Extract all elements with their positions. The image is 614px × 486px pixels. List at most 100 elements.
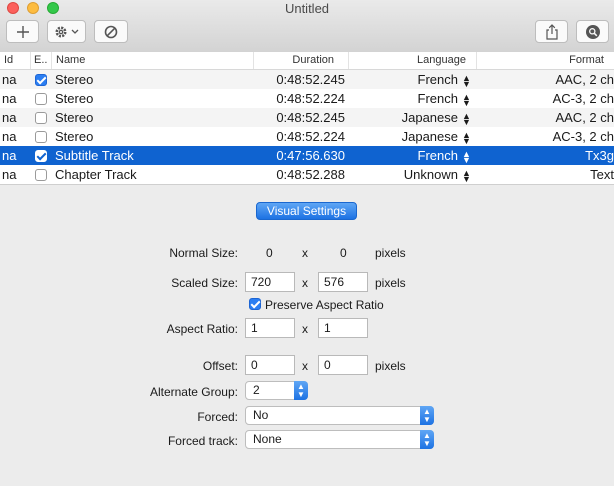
aspect-height-field[interactable] <box>318 318 368 338</box>
track-language[interactable]: French <box>349 89 458 108</box>
alternate-group-label: Alternate Group: <box>149 385 238 399</box>
scaled-size-label: Scaled Size: <box>171 276 238 290</box>
stepper-arrows-icon: ▲ ▼ <box>462 91 471 108</box>
popup-arrows-icon: ▲ ▼ <box>420 406 434 425</box>
table-row[interactable]: na Stereo 0:48:52.224 French ▲ ▼ AC-3, 2 ch <box>0 89 614 108</box>
title-bar: Untitled <box>0 0 614 53</box>
track-format: AAC, 2 ch <box>555 110 614 125</box>
track-name: Subtitle Track <box>55 148 134 163</box>
gear-icon <box>55 26 78 37</box>
stepper-arrows-icon: ▲ ▼ <box>462 129 471 146</box>
table-row[interactable]: na Stereo 0:48:52.224 Japanese ▲ ▼ AC-3, 2 ch <box>0 127 614 146</box>
track-language[interactable]: Unknown <box>349 165 458 184</box>
column-header-name[interactable]: Name <box>52 52 254 69</box>
scaled-size-unit: pixels <box>375 276 406 290</box>
forced-track-popup[interactable]: None ▲ ▼ <box>245 430 434 449</box>
offset-y-field[interactable] <box>318 355 368 375</box>
track-name: Stereo <box>55 110 94 125</box>
track-name: Chapter Track <box>55 167 137 182</box>
enabled-checkbox[interactable] <box>35 150 47 162</box>
language-stepper-icon[interactable]: ▲ ▼ <box>459 108 473 127</box>
enabled-checkbox[interactable] <box>35 131 47 143</box>
scaled-size-separator: x <box>302 276 308 290</box>
track-duration: 0:48:52.245 <box>276 72 345 87</box>
track-id: na <box>2 72 17 87</box>
inspector-button[interactable] <box>576 20 609 43</box>
stepper-arrows-icon: ▲ ▼ <box>462 167 471 184</box>
column-header-format[interactable]: Format <box>477 52 614 69</box>
language-stepper-icon[interactable]: ▲ ▼ <box>459 70 473 89</box>
track-id: na <box>2 167 17 182</box>
add-track-button[interactable] <box>6 20 39 43</box>
table-row[interactable]: na Subtitle Track 0:47:56.630 French ▲ ▼ Tx3g <box>0 146 614 165</box>
track-name: Stereo <box>55 129 94 144</box>
language-stepper-icon[interactable]: ▲ ▼ <box>459 146 473 165</box>
forced-track-label: Forced track: <box>167 434 238 448</box>
offset-x-field[interactable] <box>245 355 295 375</box>
normal-size-width: 0 <box>266 246 273 260</box>
magnifier-icon <box>585 24 600 39</box>
forced-value: No <box>253 408 269 422</box>
track-language[interactable]: French <box>349 146 458 165</box>
scaled-height-field[interactable] <box>318 272 368 292</box>
track-duration: 0:48:52.288 <box>276 167 345 182</box>
track-language[interactable]: Japanese <box>349 108 458 127</box>
track-id: na <box>2 91 17 106</box>
scaled-width-field[interactable] <box>245 272 295 292</box>
enabled-checkbox[interactable] <box>35 74 47 86</box>
enabled-checkbox[interactable] <box>35 169 47 181</box>
table-row[interactable]: na Chapter Track 0:48:52.288 Unknown ▲ ▼ Text <box>0 165 614 184</box>
track-name: Stereo <box>55 72 94 87</box>
forced-popup[interactable]: No ▲ ▼ <box>245 406 434 425</box>
track-format: Text <box>590 167 614 182</box>
normal-size-height: 0 <box>340 246 347 260</box>
track-format: AC-3, 2 ch <box>552 129 614 144</box>
track-duration: 0:48:52.224 <box>276 129 345 144</box>
track-table: Id E.. Name Duration Language Format na S… <box>0 52 614 185</box>
track-language[interactable]: French <box>349 70 458 89</box>
track-duration: 0:47:56.630 <box>276 148 345 163</box>
track-language[interactable]: Japanese <box>349 127 458 146</box>
language-stepper-icon[interactable]: ▲ ▼ <box>459 89 473 108</box>
popup-arrows-icon: ▲ ▼ <box>294 381 308 400</box>
track-format: Tx3g <box>585 148 614 163</box>
stepper-arrows-icon: ▲ ▼ <box>462 110 471 127</box>
window-title: Untitled <box>284 1 330 16</box>
table-header: Id E.. Name Duration Language Format <box>0 52 614 70</box>
track-duration: 0:48:52.245 <box>276 110 345 125</box>
normal-size-separator: x <box>302 246 308 260</box>
share-button[interactable] <box>535 20 568 43</box>
track-format: AC-3, 2 ch <box>552 91 614 106</box>
popup-arrows-icon: ▲ ▼ <box>420 430 434 449</box>
forced-track-value: None <box>253 432 282 446</box>
track-duration: 0:48:52.224 <box>276 91 345 106</box>
normal-size-unit: pixels <box>375 246 406 260</box>
language-stepper-icon[interactable]: ▲ ▼ <box>459 127 473 146</box>
track-name: Stereo <box>55 91 94 106</box>
table-row[interactable]: na Stereo 0:48:52.245 Japanese ▲ ▼ AAC, 2 ch <box>0 108 614 127</box>
alternate-group-value: 2 <box>253 383 260 397</box>
tab-visual-settings[interactable]: Visual Settings <box>256 202 357 220</box>
alternate-group-popup[interactable]: 2 ▲ ▼ <box>245 381 308 400</box>
preserve-aspect-label: Preserve Aspect Ratio <box>265 298 384 312</box>
track-format: AAC, 2 ch <box>555 72 614 87</box>
track-id: na <box>2 148 17 163</box>
stepper-arrows-icon: ▲ ▼ <box>462 72 471 89</box>
enabled-checkbox[interactable] <box>35 93 47 105</box>
table-row[interactable]: na Stereo 0:48:52.245 French ▲ ▼ AAC, 2 ch <box>0 70 614 89</box>
aspect-ratio-separator: x <box>302 322 308 336</box>
track-id: na <box>2 129 17 144</box>
preserve-aspect-checkbox[interactable] <box>249 298 261 310</box>
column-header-duration[interactable]: Duration <box>254 52 349 69</box>
aspect-width-field[interactable] <box>245 318 295 338</box>
language-stepper-icon[interactable]: ▲ ▼ <box>459 165 473 184</box>
column-header-language[interactable]: Language <box>349 52 477 69</box>
column-header-enabled[interactable]: E.. <box>31 52 52 69</box>
enabled-checkbox[interactable] <box>35 112 47 124</box>
offset-unit: pixels <box>375 359 406 373</box>
column-header-id[interactable]: Id <box>0 52 31 69</box>
action-menu-button[interactable] <box>47 20 86 43</box>
offset-separator: x <box>302 359 308 373</box>
disable-track-button[interactable] <box>94 20 128 43</box>
aspect-ratio-label: Aspect Ratio: <box>166 322 238 336</box>
